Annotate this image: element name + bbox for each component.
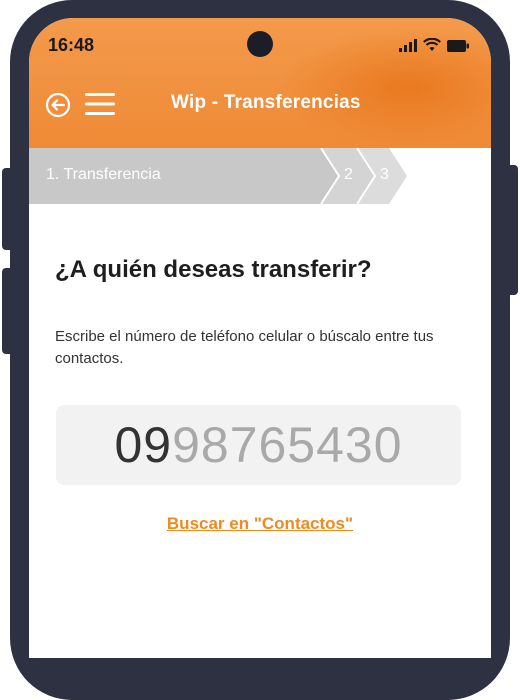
nav-bar: Wip - Transferencias [29, 82, 491, 126]
instruction-text: Escribe el número de teléfono celular o … [55, 328, 434, 367]
phone-placeholder-digits: 98765430 [172, 417, 403, 473]
battery-icon [447, 40, 469, 52]
phone-screen: 16:48 Wip - Transferencias 1. Transferen… [29, 18, 491, 658]
status-icons [399, 38, 469, 52]
step-2-label: 2 [344, 166, 353, 183]
wifi-icon [423, 38, 441, 51]
hamburger-menu-icon[interactable] [85, 92, 115, 116]
volume-down-button [2, 268, 16, 354]
volume-up-button [2, 168, 16, 250]
phone-number-input[interactable]: 09 98765430 [56, 405, 461, 485]
step-3-label: 3 [380, 166, 389, 183]
phone-typed-digits: 09 [114, 417, 173, 473]
question-heading: ¿A quién deseas transferir? [55, 256, 372, 283]
status-time: 16:48 [48, 35, 95, 55]
step-1-label: 1. Transferencia [46, 166, 161, 183]
back-arrow-icon[interactable] [45, 92, 71, 118]
signal-icon [399, 39, 417, 52]
page-title: Wip - Transferencias [171, 92, 361, 113]
power-button [502, 165, 518, 295]
camera-cutout [247, 31, 273, 57]
search-contacts-link[interactable]: Buscar en "Contactos" [29, 514, 491, 534]
app-header: 16:48 Wip - Transferencias [29, 18, 491, 148]
step-progress-bar: 1. Transferencia 2 3 [29, 148, 491, 204]
status-bar: 16:48 [29, 18, 491, 72]
